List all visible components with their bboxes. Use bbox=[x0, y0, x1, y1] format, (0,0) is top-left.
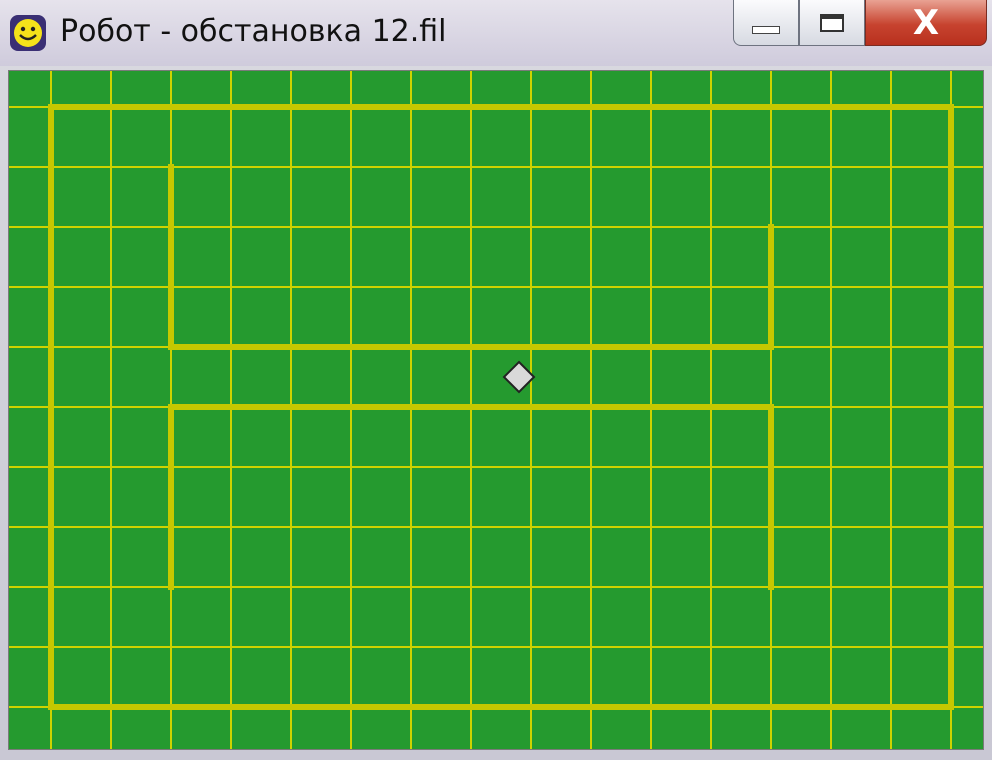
smiley-icon bbox=[10, 15, 46, 51]
close-icon: X bbox=[912, 2, 940, 43]
minimize-icon bbox=[752, 25, 780, 34]
window-title: Робот - обстановка 12.fil bbox=[60, 14, 447, 49]
minimize-button[interactable] bbox=[733, 0, 799, 46]
close-button[interactable]: X bbox=[865, 0, 987, 46]
robot-window: Робот - обстановка 12.fil X bbox=[0, 0, 992, 760]
robot-field-area[interactable] bbox=[8, 70, 984, 750]
maximize-button[interactable] bbox=[799, 0, 865, 46]
maximize-icon bbox=[820, 13, 844, 32]
robot-field-grid[interactable] bbox=[9, 71, 984, 750]
title-bar[interactable]: Робот - обстановка 12.fil X bbox=[0, 0, 992, 66]
field-background bbox=[9, 71, 983, 749]
